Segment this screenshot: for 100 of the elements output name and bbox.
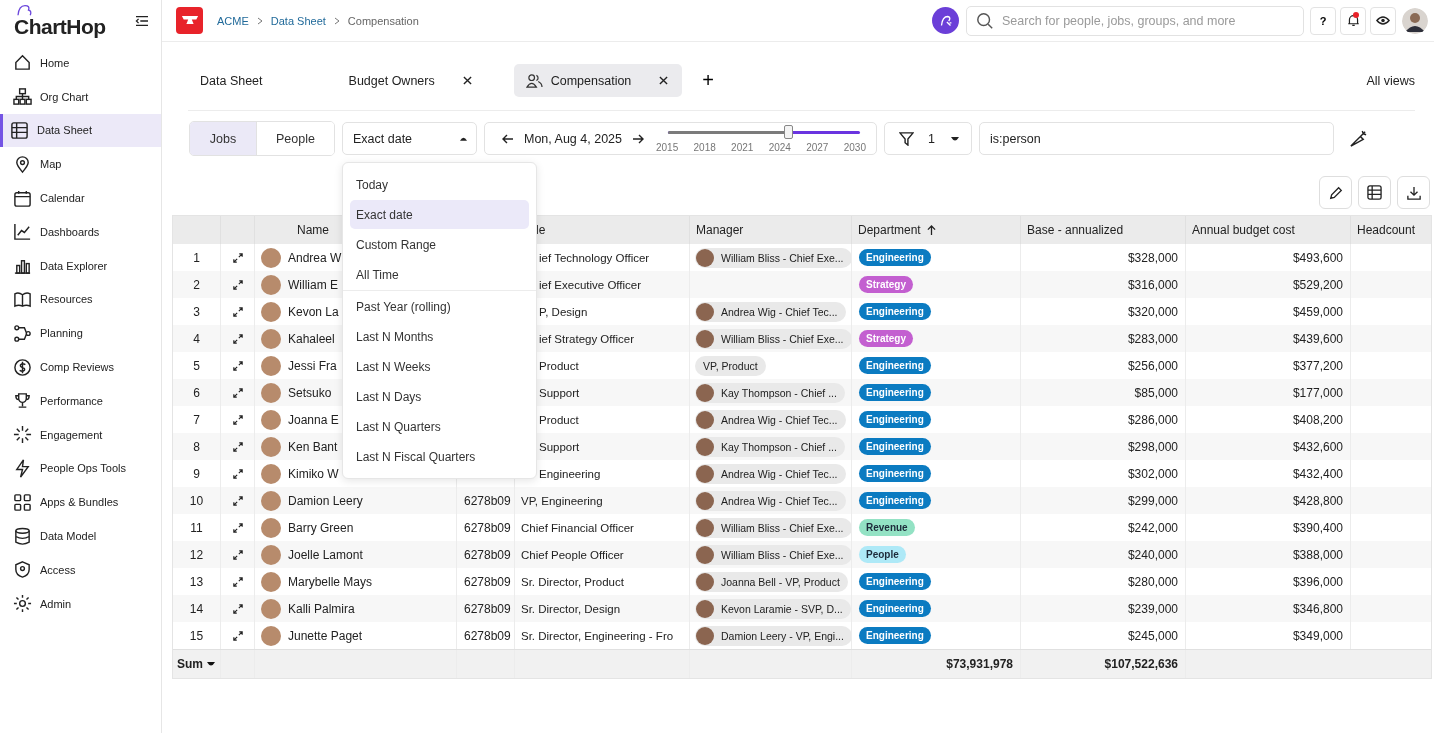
expand-icon[interactable] bbox=[232, 360, 243, 371]
expand-icon[interactable] bbox=[232, 630, 243, 641]
sidebar-item[interactable]: Data Explorer bbox=[0, 248, 161, 283]
department-tag: Engineering bbox=[859, 492, 931, 509]
avatar bbox=[261, 355, 281, 376]
sidebar-item[interactable]: Admin bbox=[0, 586, 161, 621]
view-tab[interactable]: Compensation bbox=[513, 64, 683, 97]
menu-item[interactable]: Last N Fiscal Quarters bbox=[350, 442, 529, 471]
manager-chip[interactable]: William Bliss - Chief Exe... bbox=[695, 328, 851, 349]
expand-icon[interactable] bbox=[232, 441, 243, 452]
department-tag: Engineering bbox=[859, 384, 931, 401]
close-icon[interactable] bbox=[659, 76, 669, 85]
breadcrumb-link[interactable]: Data Sheet bbox=[270, 14, 326, 27]
manager-chip[interactable]: Damion Leery - VP, Engi... bbox=[695, 625, 851, 646]
department-tag: Engineering bbox=[859, 600, 931, 617]
sidebar-item[interactable]: Home bbox=[0, 46, 161, 80]
manager-chip[interactable]: Andrea Wig - Chief Tec... bbox=[695, 409, 846, 430]
department-tag: Strategy bbox=[859, 276, 913, 293]
expand-icon[interactable] bbox=[232, 549, 243, 560]
all-views-link[interactable]: All views bbox=[1366, 73, 1415, 88]
expand-icon[interactable] bbox=[232, 603, 243, 614]
menu-item[interactable]: Exact date bbox=[350, 200, 529, 229]
menu-item[interactable]: All Time bbox=[350, 260, 529, 289]
edit-button[interactable] bbox=[1319, 176, 1352, 209]
app-logo[interactable]: ChartHop bbox=[14, 14, 106, 39]
sidebar-item[interactable]: Data Model bbox=[0, 519, 161, 553]
sidebar-item[interactable]: Map bbox=[0, 147, 161, 182]
help-button[interactable]: ? bbox=[1310, 6, 1336, 35]
expand-icon[interactable] bbox=[232, 576, 243, 587]
manager-chip[interactable]: Kay Thompson - Chief ... bbox=[695, 382, 845, 403]
sidebar-item[interactable]: Calendar bbox=[0, 181, 161, 215]
expand-icon[interactable] bbox=[232, 522, 243, 533]
filter-button[interactable]: 1 bbox=[884, 122, 972, 155]
expand-icon[interactable] bbox=[232, 387, 243, 398]
menu-item[interactable]: Past Year (rolling) bbox=[350, 292, 529, 321]
sidebar-item[interactable]: Apps & Bundles bbox=[0, 485, 161, 520]
expand-icon[interactable] bbox=[232, 495, 243, 506]
notifications-button[interactable] bbox=[1340, 6, 1366, 35]
expand-icon[interactable] bbox=[232, 333, 243, 344]
manager-chip[interactable]: William Bliss - Chief Exe... bbox=[695, 517, 851, 538]
sidebar-item[interactable]: Resources bbox=[0, 282, 161, 317]
menu-item[interactable]: Last N Weeks bbox=[350, 352, 529, 381]
manager-chip[interactable]: William Bliss - Chief Exe... bbox=[695, 247, 851, 268]
sidebar-item[interactable]: Access bbox=[0, 552, 161, 587]
breadcrumb-link[interactable]: ACME bbox=[217, 14, 249, 27]
menu-item[interactable]: Last N Quarters bbox=[350, 412, 529, 441]
query-field[interactable]: is:person bbox=[979, 122, 1334, 155]
manager-chip[interactable]: William Bliss - Chief Exe... bbox=[695, 544, 851, 565]
manager-chip[interactable]: VP, Product bbox=[695, 355, 766, 376]
add-tab-button[interactable]: + bbox=[702, 69, 714, 92]
caret-icon bbox=[951, 135, 959, 142]
menu-item[interactable]: Last N Days bbox=[350, 382, 529, 411]
preview-button[interactable] bbox=[1370, 6, 1396, 35]
sidebar-item[interactable]: Org Chart bbox=[0, 79, 161, 114]
table-cell: Barry Green bbox=[288, 520, 354, 535]
manager-chip[interactable]: Joanna Bell - VP, Product bbox=[695, 571, 848, 592]
sidebar-item[interactable]: Data Sheet bbox=[0, 113, 161, 148]
caret-icon bbox=[460, 135, 467, 142]
view-tab[interactable]: Data Sheet bbox=[188, 64, 275, 97]
arrow-left-icon[interactable] bbox=[502, 133, 514, 144]
download-button[interactable] bbox=[1397, 176, 1430, 209]
expand-icon[interactable] bbox=[232, 468, 243, 479]
sidebar-item[interactable]: Engagement bbox=[0, 417, 161, 452]
mode-toggle-button[interactable]: Jobs bbox=[190, 122, 256, 155]
sidebar-item[interactable]: Dashboards bbox=[0, 215, 161, 249]
expand-icon[interactable] bbox=[232, 414, 243, 425]
sidebar-item[interactable]: Performance bbox=[0, 383, 161, 418]
arrow-right-icon[interactable] bbox=[632, 133, 644, 144]
menu-item[interactable]: Last N Months bbox=[350, 322, 529, 351]
manager-chip[interactable]: Andrea Wig - Chief Tec... bbox=[695, 301, 846, 322]
book-icon bbox=[13, 289, 32, 309]
magic-wand-icon[interactable] bbox=[1349, 129, 1368, 148]
close-icon[interactable] bbox=[462, 76, 472, 85]
view-tab[interactable]: Budget Owners bbox=[336, 64, 484, 97]
company-logo[interactable] bbox=[176, 7, 203, 34]
expand-icon[interactable] bbox=[232, 279, 243, 290]
menu-item[interactable]: Today bbox=[350, 170, 529, 199]
assistant-icon[interactable] bbox=[932, 7, 959, 34]
expand-icon[interactable] bbox=[232, 306, 243, 317]
mode-toggle-button[interactable]: People bbox=[256, 122, 334, 155]
manager-chip[interactable]: Andrea Wig - Chief Tec... bbox=[695, 490, 846, 511]
breadcrumb-link[interactable]: Compensation bbox=[347, 14, 419, 27]
expand-icon[interactable] bbox=[232, 252, 243, 263]
manager-chip[interactable]: Kevon Laramie - SVP, D... bbox=[695, 598, 851, 619]
sidebar-item[interactable]: People Ops Tools bbox=[0, 451, 161, 486]
timeline-slider[interactable] bbox=[668, 125, 860, 139]
columns-button[interactable] bbox=[1358, 176, 1391, 209]
column-header[interactable]: Headcount bbox=[1351, 216, 1431, 244]
date-mode-dropdown[interactable]: Exact date bbox=[342, 122, 477, 155]
year-tick-label: 2021 bbox=[731, 142, 754, 153]
search-field[interactable]: Search for people, jobs, groups, and more bbox=[966, 5, 1304, 36]
map-pin-icon bbox=[13, 154, 32, 174]
manager-chip[interactable]: Andrea Wig - Chief Tec... bbox=[695, 463, 846, 484]
user-avatar[interactable] bbox=[1402, 7, 1428, 34]
manager-chip[interactable]: Kay Thompson - Chief ... bbox=[695, 436, 845, 457]
collapse-menu-icon[interactable] bbox=[135, 15, 149, 27]
slider-thumb[interactable] bbox=[783, 125, 793, 139]
aggregate-dropdown[interactable]: Sum bbox=[173, 650, 221, 678]
sidebar-item[interactable]: Planning bbox=[0, 316, 161, 351]
sidebar-item[interactable]: Comp Reviews bbox=[0, 350, 161, 384]
